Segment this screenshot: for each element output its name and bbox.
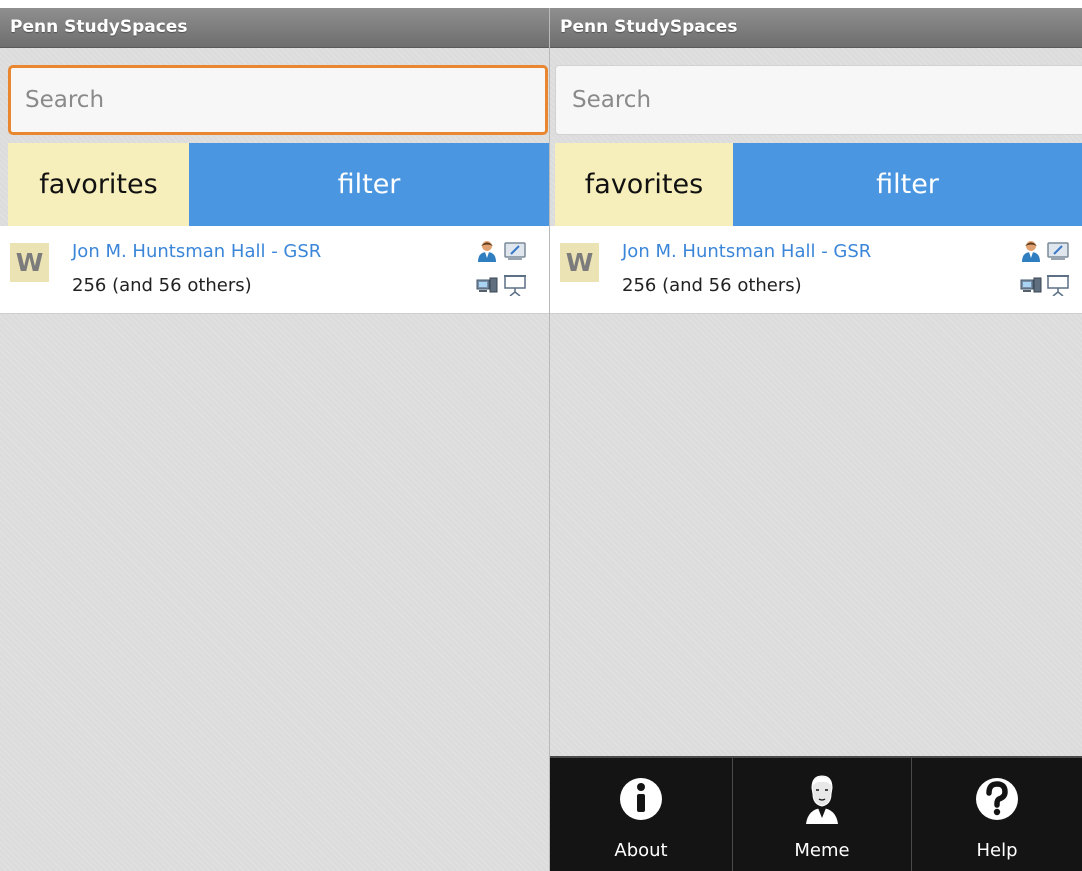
title-bar: Penn StudySpaces — [550, 8, 1082, 48]
menu-item-help[interactable]: Help — [912, 758, 1082, 871]
tab-bar: favorites filter — [550, 143, 1082, 226]
wharton-logo: W — [560, 243, 599, 282]
private-room-icon — [478, 241, 496, 262]
info-icon — [620, 778, 662, 820]
tab-filter-label: filter — [337, 169, 401, 200]
tab-filter[interactable]: filter — [189, 143, 549, 226]
tab-filter-label: filter — [876, 169, 939, 200]
app-title: Penn StudySpaces — [10, 17, 188, 37]
computer-icon — [1020, 277, 1042, 293]
list-item[interactable]: W Jon M. Huntsman Hall - GSR 256 (and 56… — [0, 226, 549, 314]
menu-item-about[interactable]: About — [550, 758, 732, 871]
whiteboard-icon — [1047, 242, 1069, 260]
tab-favorites[interactable]: favorites — [8, 143, 189, 226]
projector-icon — [1047, 275, 1069, 296]
menu-item-meme[interactable]: Meme — [733, 758, 911, 871]
room-count: 256 (and 56 others) — [622, 275, 802, 296]
projector-icon — [504, 275, 526, 296]
tab-favorites-label: favorites — [584, 169, 704, 200]
options-menu: About Meme Help — [550, 756, 1082, 871]
room-count: 256 (and 56 others) — [72, 275, 252, 296]
menu-label-about: About — [614, 840, 668, 861]
menu-label-help: Help — [976, 840, 1018, 861]
whiteboard-icon — [504, 242, 526, 260]
search-input[interactable] — [8, 65, 548, 135]
private-room-icon — [1022, 241, 1040, 262]
tab-filter[interactable]: filter — [733, 143, 1082, 226]
logo-letter: W — [565, 248, 594, 277]
app-title: Penn StudySpaces — [560, 17, 738, 37]
tab-favorites-label: favorites — [39, 169, 158, 200]
tab-bar: favorites filter — [0, 143, 549, 226]
list-item[interactable]: W Jon M. Huntsman Hall - GSR 256 (and 56… — [550, 226, 1082, 314]
wharton-logo: W — [10, 243, 49, 282]
tab-favorites[interactable]: favorites — [555, 143, 733, 226]
building-name-link[interactable]: Jon M. Huntsman Hall - GSR — [622, 241, 871, 262]
help-icon — [976, 778, 1018, 820]
search-input[interactable] — [555, 65, 1082, 135]
top-strip — [0, 0, 1082, 8]
computer-icon — [476, 277, 498, 293]
meme-portrait-icon — [806, 775, 838, 824]
screen-left: Penn StudySpaces favorites filter W Jon … — [0, 8, 550, 871]
building-name-link[interactable]: Jon M. Huntsman Hall - GSR — [72, 241, 321, 262]
menu-label-meme: Meme — [794, 840, 850, 861]
title-bar: Penn StudySpaces — [0, 8, 549, 48]
logo-letter: W — [15, 248, 44, 277]
screen-right: Penn StudySpaces favorites filter W Jon … — [550, 8, 1082, 871]
